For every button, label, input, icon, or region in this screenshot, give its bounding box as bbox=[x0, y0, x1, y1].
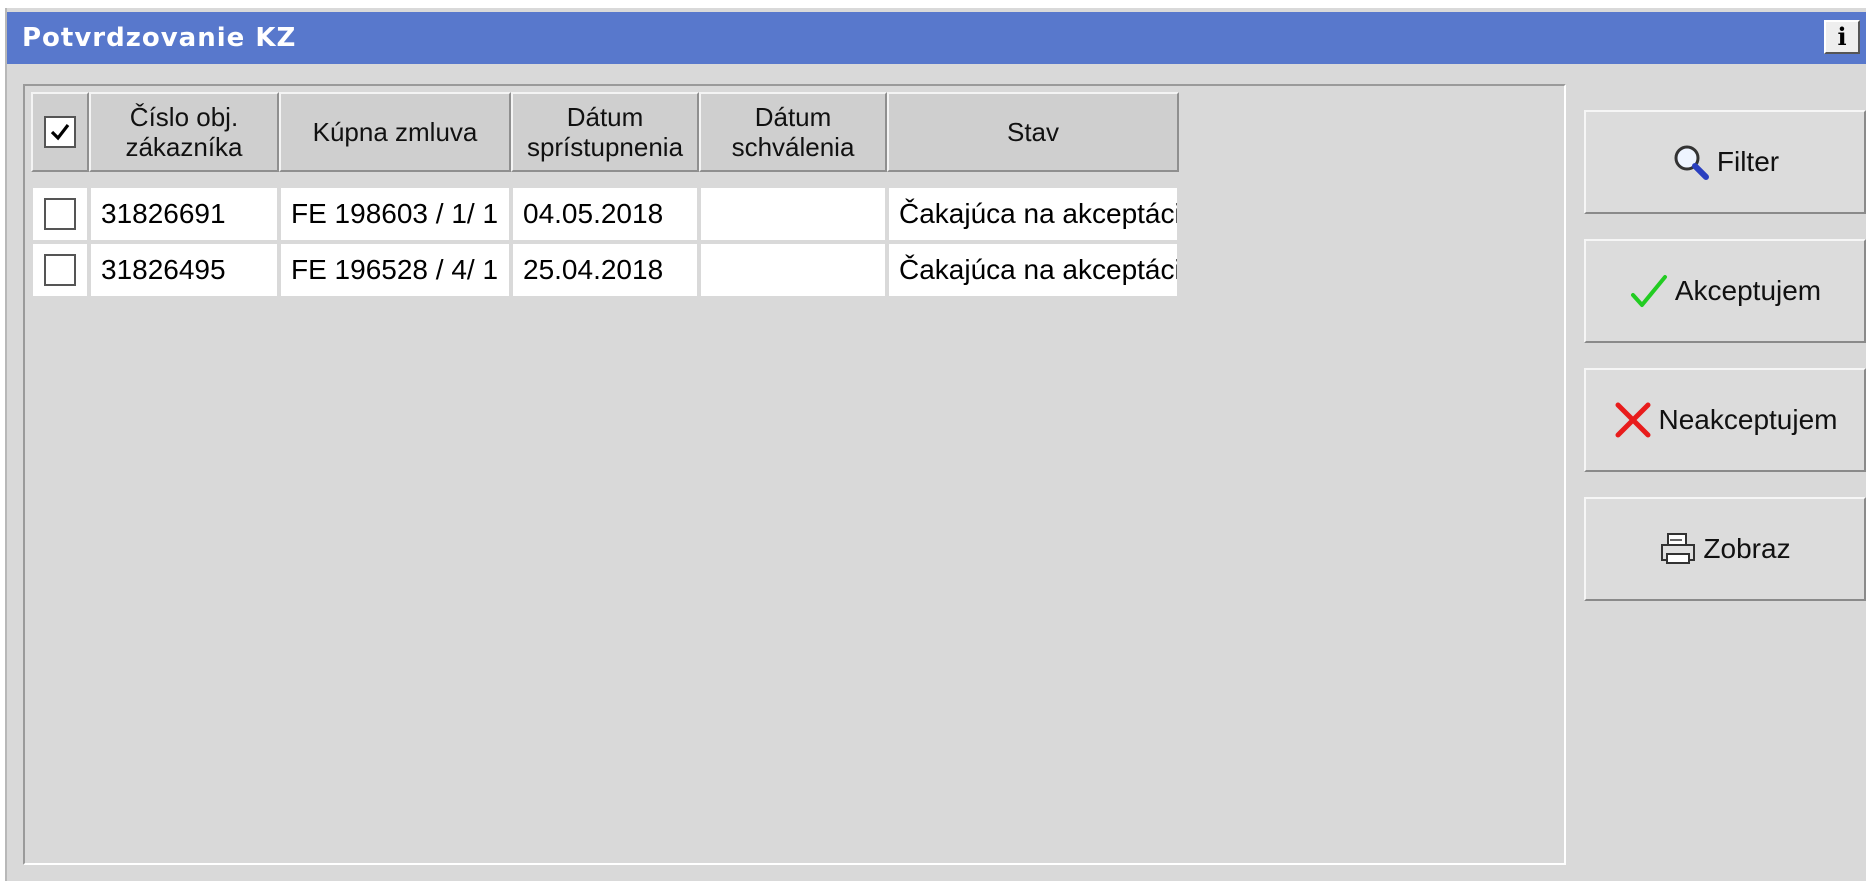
window-title: Potvrdzovanie KZ bbox=[22, 23, 297, 53]
table-cell-approval-date[interactable] bbox=[701, 244, 885, 296]
header-select-all[interactable] bbox=[31, 92, 89, 172]
column-header-order-number[interactable]: Číslo obj. zákazníka bbox=[89, 92, 279, 172]
column-header-access-date[interactable]: Dátum sprístupnenia bbox=[511, 92, 699, 172]
table-cell-contract[interactable]: FE 198603 / 1/ 1 bbox=[281, 188, 509, 240]
info-icon: i bbox=[1837, 22, 1847, 51]
select-all-checkbox[interactable] bbox=[44, 116, 76, 148]
accept-button[interactable]: Akceptujem bbox=[1584, 239, 1866, 343]
dialog-window: Potvrdzovanie KZ i Číslo obj. zákazníka … bbox=[5, 8, 1866, 881]
printer-icon bbox=[1659, 532, 1697, 566]
filter-button[interactable]: Filter bbox=[1584, 110, 1866, 214]
title-bar: Potvrdzovanie KZ i bbox=[7, 12, 1866, 64]
check-mark-icon bbox=[50, 124, 70, 141]
cross-icon bbox=[1613, 400, 1653, 440]
table-cell-status[interactable]: Čakajúca na akceptáciu bbox=[889, 188, 1177, 240]
table-row-checkbox-cell[interactable] bbox=[33, 188, 87, 240]
magnifier-icon bbox=[1671, 142, 1711, 182]
table-cell-access-date[interactable]: 04.05.2018 bbox=[513, 188, 697, 240]
info-button[interactable]: i bbox=[1824, 20, 1860, 54]
row-checkbox[interactable] bbox=[44, 198, 76, 230]
orders-grid: Číslo obj. zákazníka Kúpna zmluva Dátum … bbox=[23, 84, 1566, 865]
column-header-contract[interactable]: Kúpna zmluva bbox=[279, 92, 511, 172]
table-cell-contract[interactable]: FE 196528 / 4/ 1 bbox=[281, 244, 509, 296]
table-row-checkbox-cell[interactable] bbox=[33, 244, 87, 296]
table-cell-order-number[interactable]: 31826691 bbox=[91, 188, 277, 240]
table-cell-status[interactable]: Čakajúca na akceptáciu bbox=[889, 244, 1177, 296]
column-header-status[interactable]: Stav bbox=[887, 92, 1179, 172]
reject-button[interactable]: Neakceptujem bbox=[1584, 368, 1866, 472]
reject-button-label: Neakceptujem bbox=[1658, 404, 1838, 435]
checkmark-icon bbox=[1629, 271, 1669, 311]
accept-button-label: Akceptujem bbox=[1674, 275, 1822, 306]
row-checkbox[interactable] bbox=[44, 254, 76, 286]
table-cell-approval-date[interactable] bbox=[701, 188, 885, 240]
show-button-label: Zobraz bbox=[1703, 533, 1791, 564]
show-button[interactable]: Zobraz bbox=[1584, 497, 1866, 601]
filter-button-label: Filter bbox=[1716, 146, 1780, 177]
table-cell-access-date[interactable]: 25.04.2018 bbox=[513, 244, 697, 296]
column-header-approval-date[interactable]: Dátum schválenia bbox=[699, 92, 887, 172]
table-cell-order-number[interactable]: 31826495 bbox=[91, 244, 277, 296]
